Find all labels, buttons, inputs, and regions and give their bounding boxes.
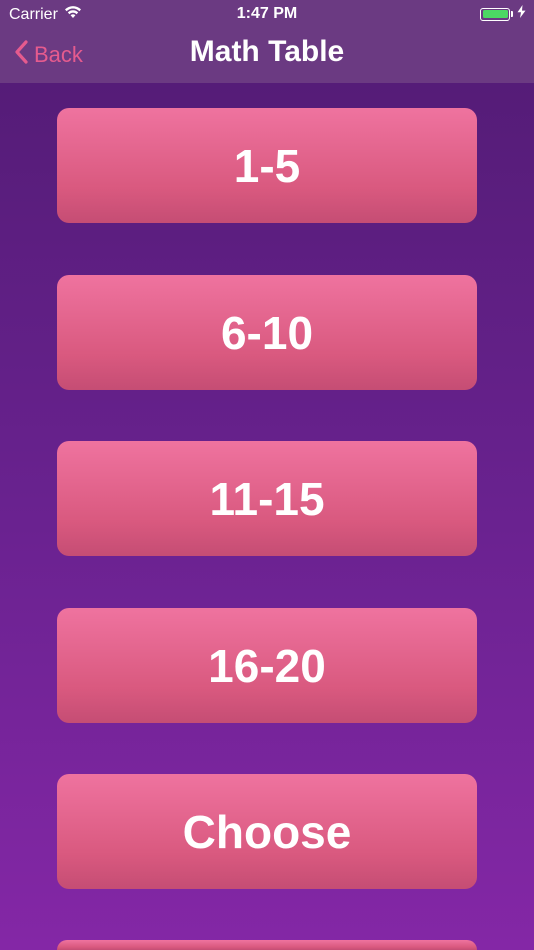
battery-icon — [480, 7, 510, 21]
page-title: Math Table — [189, 35, 345, 68]
choose-button[interactable]: Choose — [57, 774, 477, 889]
status-right — [480, 5, 526, 23]
charging-bolt-icon — [517, 5, 526, 23]
partially-visible-button[interactable] — [57, 940, 477, 950]
status-time: 1:47 PM — [236, 5, 298, 22]
range-1-5-button[interactable]: 1-5 — [57, 108, 477, 223]
status-bar: Carrier 1:47 PM — [0, 0, 534, 28]
range-11-15-button[interactable]: 11-15 — [57, 441, 477, 556]
range-16-20-button[interactable]: 16-20 — [57, 608, 477, 723]
navigation-bar: Back Math Table — [0, 28, 534, 83]
battery-cap — [511, 11, 513, 17]
range-6-10-button[interactable]: 6-10 — [57, 275, 477, 390]
battery-fill — [482, 10, 508, 18]
